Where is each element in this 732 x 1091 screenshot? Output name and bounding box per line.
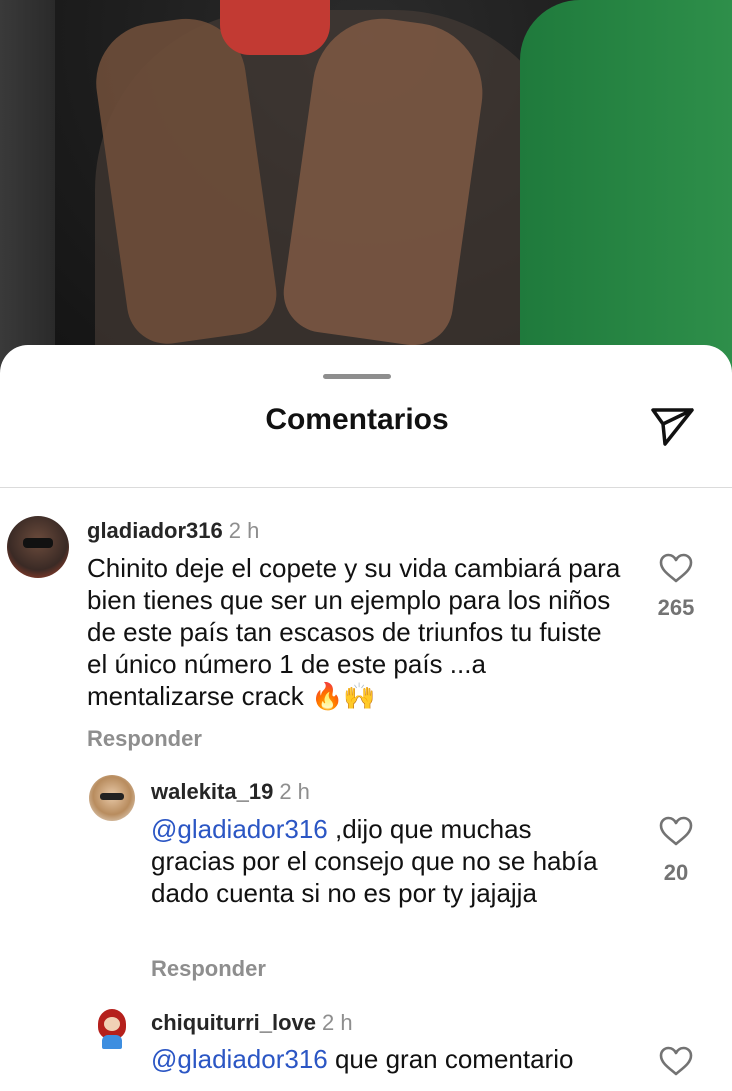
like-button[interactable]: 20 [646, 816, 706, 886]
username[interactable]: gladiador316 [87, 518, 223, 543]
drag-handle[interactable] [323, 374, 391, 379]
sheet-title: Comentarios [265, 403, 449, 436]
comment-header: chiquiturri_love 2 h [151, 1010, 353, 1036]
reply-button[interactable]: Responder [151, 956, 266, 982]
timestamp: 2 h [322, 1010, 353, 1035]
comment-header: walekita_19 2 h [151, 779, 310, 805]
comment-text: @gladiador316 que gran comentario [151, 1043, 631, 1075]
like-button[interactable]: 265 [646, 553, 706, 621]
timestamp: 2 h [279, 779, 310, 804]
username[interactable]: chiquiturri_love [151, 1010, 316, 1035]
avatar[interactable] [89, 775, 135, 821]
username[interactable]: walekita_19 [151, 779, 273, 804]
header-divider [0, 487, 732, 488]
avatar[interactable] [7, 516, 69, 578]
post-photo [0, 0, 732, 380]
photo-wall [0, 0, 55, 380]
photo-cup [220, 0, 330, 55]
like-count: 20 [663, 860, 689, 885]
heart-icon [659, 553, 693, 583]
avatar[interactable] [89, 1005, 135, 1051]
send-icon[interactable] [650, 403, 696, 449]
like-button[interactable] [646, 1046, 706, 1076]
avatar-face [104, 1017, 120, 1031]
reply-button[interactable]: Responder [87, 726, 202, 752]
comment-body: que gran comentario [327, 1044, 574, 1074]
comment-text: Chinito deje el copete y su vida cambiar… [87, 553, 621, 711]
avatar-dress [102, 1035, 122, 1049]
timestamp: 2 h [228, 518, 260, 543]
like-count: 265 [657, 595, 695, 620]
heart-icon [659, 1046, 693, 1076]
mention-link[interactable]: @gladiador316 [151, 814, 328, 844]
mention-link[interactable]: @gladiador316 [151, 1044, 328, 1074]
comment-header: gladiador316 2 h [87, 518, 259, 544]
photo-green-sleeve [520, 0, 732, 380]
comments-sheet: Comentarios gladiador316 2 h Chinito deje… [0, 345, 732, 1091]
comment-text: @gladiador316 ,dijo que muchas gracias p… [151, 813, 621, 909]
heart-icon [659, 816, 693, 846]
